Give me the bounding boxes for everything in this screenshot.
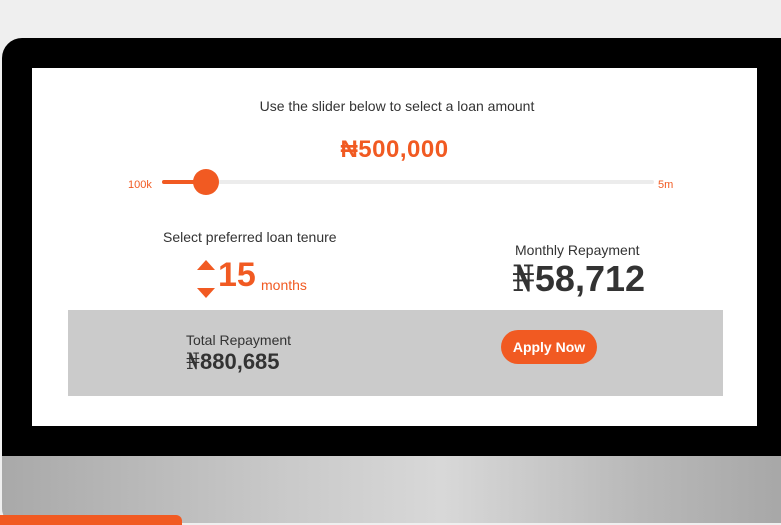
tenure-value: 15 [218, 256, 256, 294]
slider-max-label: 5m [658, 179, 674, 191]
orange-strip [0, 515, 182, 525]
total-repayment-amount: 880,685 [200, 349, 280, 374]
tenure-label: Select preferred loan tenure [163, 229, 337, 245]
loan-calculator: Use the slider below to select a loan am… [32, 68, 757, 426]
tenure-stepper[interactable] [197, 260, 215, 298]
triangle-down-icon[interactable] [197, 288, 215, 298]
total-repayment-value: ₦880,685 [186, 349, 280, 375]
monthly-repayment-value: ₦58,712 [512, 258, 645, 300]
loan-amount-value: ₦500,000 [340, 136, 449, 163]
slider-instruction: Use the slider below to select a loan am… [259, 98, 535, 114]
total-repayment-panel: Total Repayment ₦880,685 Apply Now [68, 310, 723, 396]
slider-min-label: 100k [128, 179, 152, 191]
total-repayment-label: Total Repayment [186, 332, 292, 348]
apply-now-button[interactable]: Apply Now [501, 330, 597, 364]
laptop-base [2, 456, 781, 523]
loan-amount-slider[interactable] [162, 169, 654, 195]
monthly-repayment-label: Monthly Repayment [515, 242, 640, 258]
slider-thumb[interactable] [193, 169, 220, 195]
naira-symbol: ₦ [512, 259, 535, 300]
monthly-repayment-amount: 58,712 [534, 258, 646, 299]
naira-symbol: ₦ [186, 350, 200, 375]
tenure-unit: months [261, 277, 307, 293]
triangle-up-icon[interactable] [197, 260, 215, 270]
